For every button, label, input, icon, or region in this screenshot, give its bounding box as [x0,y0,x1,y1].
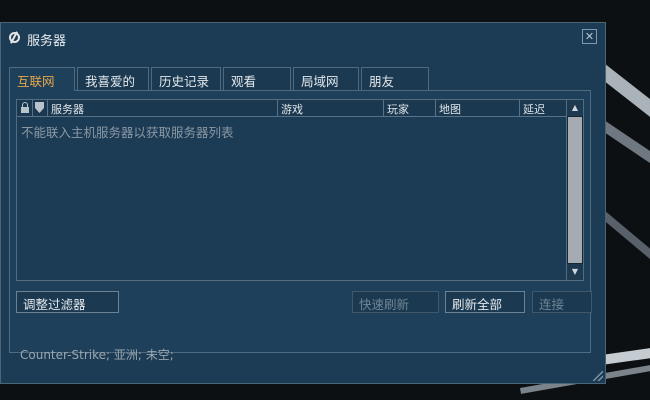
column-map[interactable]: 地图 [436,100,520,117]
desktop-background-stripe [598,210,650,262]
refresh-all-button[interactable]: 刷新全部 [445,291,525,313]
scroll-up-arrow-icon[interactable]: ▲ [567,100,583,116]
desktop-background-stripe [598,120,650,174]
close-button[interactable]: ✕ [582,29,597,44]
column-players[interactable]: 玩家 [384,100,436,117]
steam-logo-icon [9,32,20,43]
resize-grip-icon[interactable] [593,371,603,381]
vertical-scrollbar[interactable]: ▲ ▼ [566,100,583,280]
tab-content-panel: 服务器 游戏 玩家 地图 延迟 不能联入主机服务器以获取服务器列表 ▲ ▼ 调整… [9,90,592,362]
tab-history[interactable]: 历史记录 [151,67,221,90]
servers-window: 服务器 ✕ 互联网 我喜爱的 历史记录 观看 局域网 朋友 服务器 游戏 玩家 [0,22,606,384]
empty-list-message: 不能联入主机服务器以获取服务器列表 [21,125,234,140]
tab-favorites[interactable]: 我喜爱的 [77,67,149,90]
window-title: 服务器 [27,34,67,49]
scroll-thumb[interactable] [568,117,582,263]
column-latency[interactable]: 延迟 [520,100,569,117]
tab-bar: 互联网 我喜爱的 历史记录 观看 局域网 朋友 [9,67,609,91]
tab-friends[interactable]: 朋友 [361,67,429,90]
column-password[interactable] [17,100,33,117]
tab-lan[interactable]: 局域网 [293,67,359,90]
connect-button[interactable]: 连接 [532,291,592,313]
filter-button[interactable]: 调整过滤器 [16,291,119,313]
column-secure[interactable] [33,100,48,117]
server-list[interactable]: 服务器 游戏 玩家 地图 延迟 不能联入主机服务器以获取服务器列表 ▲ ▼ [16,99,584,281]
filter-status-text: Counter-Strike; 亚洲; 未空; [20,348,174,362]
tab-internet[interactable]: 互联网 [9,67,75,91]
column-game[interactable]: 游戏 [278,100,384,117]
column-server[interactable]: 服务器 [48,100,278,117]
tab-spectate[interactable]: 观看 [223,67,291,90]
title-bar[interactable]: 服务器 ✕ [1,23,605,53]
server-list-header: 服务器 游戏 玩家 地图 延迟 [17,100,569,117]
quick-refresh-button[interactable]: 快速刷新 [352,291,439,313]
lock-icon [20,102,30,114]
shield-icon [35,102,44,113]
scroll-down-arrow-icon[interactable]: ▼ [567,264,583,280]
